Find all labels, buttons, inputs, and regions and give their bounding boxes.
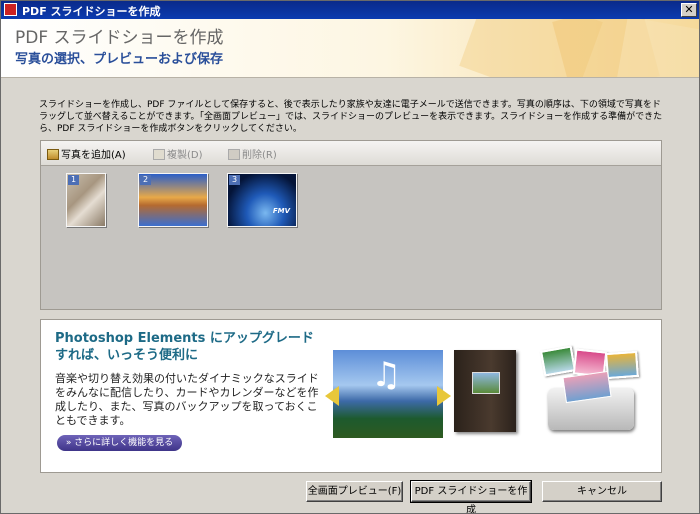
trash-icon <box>228 149 240 160</box>
duplicate-button[interactable]: 複製(D) <box>153 146 203 161</box>
delete-label: 削除(R) <box>242 150 277 161</box>
dialog-header: PDF スライドショーを作成 写真の選択、プレビューおよび保存 <box>1 19 699 78</box>
dialog-window: PDF スライドショーを作成 ✕ PDF スライドショーを作成 写真の選択、プレ… <box>0 0 700 514</box>
arrow-right-icon <box>437 386 451 406</box>
slideshow-promo-image: ♫ <box>325 350 451 438</box>
photo-number: 2 <box>140 175 151 185</box>
create-pdf-slideshow-button[interactable]: PDF スライドショーを作成 <box>410 480 532 513</box>
title-bar: PDF スライドショーを作成 ✕ <box>1 1 699 19</box>
duplicate-label: 複製(D) <box>167 150 203 161</box>
learn-more-button[interactable]: » さらに詳しく機能を見る <box>57 435 182 451</box>
photo-toolbar: 写真を追加(A) 複製(D) 削除(R) <box>41 141 661 166</box>
add-photo-icon <box>47 149 59 160</box>
upgrade-promo: Photoshop Elements にアップグレードすれば、いっそう便利に 音… <box>40 319 662 473</box>
instructions-text: スライドショーを作成し、PDF ファイルとして保存すると、後で表示したり家族や友… <box>39 100 663 134</box>
music-note-icon: ♫ <box>371 355 402 395</box>
photo-caption: FMV <box>272 207 290 215</box>
add-photo-button[interactable]: 写真を追加(A) <box>47 146 126 161</box>
duplicate-icon <box>153 149 165 160</box>
window-title: PDF スライドショーを作成 <box>22 5 161 18</box>
delete-button[interactable]: 削除(R) <box>228 146 277 161</box>
fullscreen-preview-button[interactable]: 全画面プレビュー(F) <box>306 481 403 502</box>
photo-panel[interactable]: 写真を追加(A) 複製(D) 削除(R) 1 2 3 FMV <box>40 140 662 310</box>
photo-number: 1 <box>68 175 79 185</box>
promo-body: 音楽や切り替え効果の付いたダイナミックなスライドをみんなに配信したり、カードやカ… <box>55 372 319 427</box>
header-title: PDF スライドショーを作成 <box>15 28 224 48</box>
photo-number: 3 <box>229 175 240 185</box>
photo-thumbnail[interactable]: 2 <box>138 173 208 227</box>
printer-image <box>534 345 649 438</box>
photo-thumbnail[interactable]: 1 <box>66 173 106 227</box>
promo-title: Photoshop Elements にアップグレードすれば、いっそう便利に <box>55 331 314 363</box>
photo-book-image <box>454 350 516 432</box>
add-photo-label: 写真を追加(A) <box>61 150 126 161</box>
cancel-button[interactable]: キャンセル <box>542 481 662 502</box>
close-button[interactable]: ✕ <box>681 3 697 17</box>
arrow-left-icon <box>325 386 339 406</box>
header-subtitle: 写真の選択、プレビューおよび保存 <box>15 52 224 67</box>
pdf-app-icon <box>4 3 17 16</box>
photo-thumbnail[interactable]: 3 FMV <box>227 173 297 227</box>
